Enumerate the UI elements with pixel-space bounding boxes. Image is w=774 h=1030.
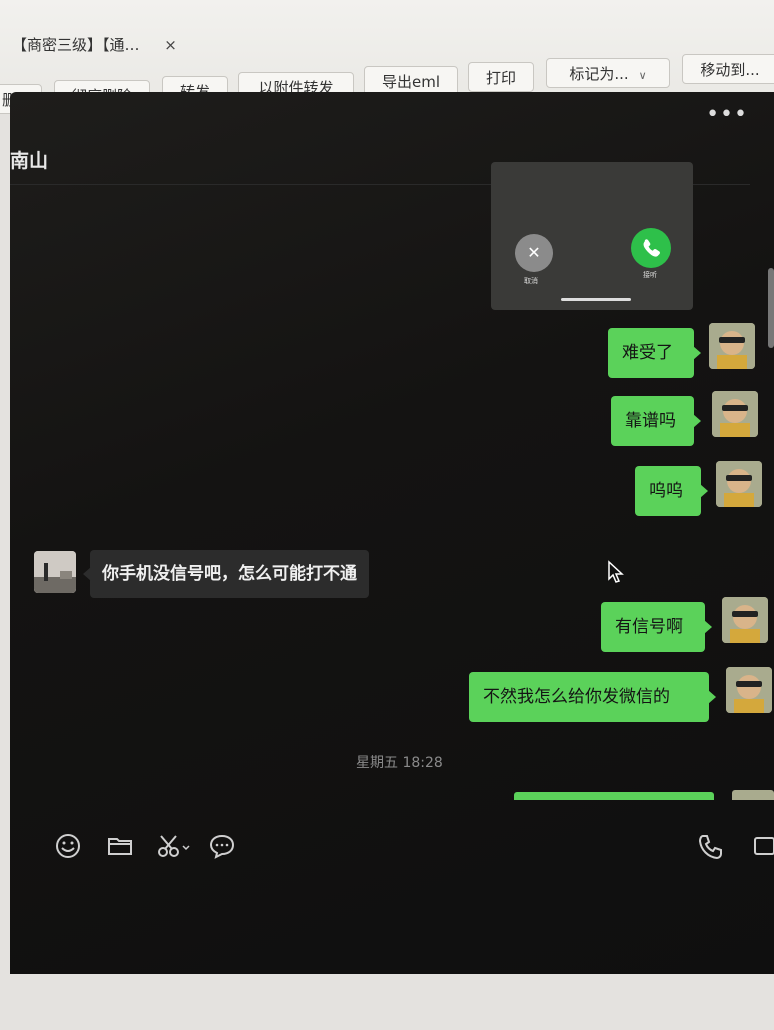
answer-call-label: 接听 — [643, 271, 657, 279]
tab-close-icon[interactable]: × — [164, 36, 177, 54]
cursor-icon — [607, 560, 627, 588]
mail-tab-label: 【商密三级】【通… — [12, 36, 140, 54]
chat-bubble-icon[interactable] — [208, 832, 236, 864]
message-bubble-out[interactable]: 难受了 — [608, 328, 701, 378]
scrollbar[interactable] — [768, 268, 774, 348]
emoji-icon[interactable] — [54, 832, 82, 864]
print-button[interactable]: 打印 — [468, 62, 534, 92]
call-popup: ✕ 取消 接听 — [491, 162, 693, 310]
chat-window: 南山 ••• ✕ 取消 接听 难受了 靠谱吗 呜呜 你手机没信号吧，怎么可能打不… — [10, 92, 774, 974]
input-toolbar — [10, 822, 774, 872]
mark-as-label: 标记为... — [569, 65, 629, 83]
avatar[interactable] — [716, 461, 762, 507]
avatar[interactable] — [34, 551, 76, 593]
phone-icon — [643, 239, 660, 257]
avatar[interactable] — [726, 667, 772, 713]
avatar-image — [726, 667, 772, 713]
message-bubble-out[interactable]: 呜呜 — [635, 466, 708, 516]
avatar[interactable] — [709, 323, 755, 369]
phone-icon[interactable] — [696, 832, 726, 866]
avatar — [732, 790, 774, 800]
home-indicator — [561, 298, 631, 301]
avatar-image — [716, 461, 762, 507]
answer-call-button[interactable] — [631, 228, 671, 268]
mail-tab[interactable]: 【商密三级】【通… × — [12, 34, 177, 55]
message-bubble-in[interactable]: 你手机没信号吧，怎么可能打不通 — [83, 550, 369, 598]
avatar[interactable] — [712, 391, 758, 437]
message-bubble-out — [514, 792, 714, 800]
video-icon[interactable] — [752, 832, 774, 864]
cancel-call-button[interactable]: ✕ — [515, 234, 553, 272]
message-bubble-out[interactable]: 不然我怎么给你发微信的 — [469, 672, 716, 722]
folder-icon[interactable] — [106, 832, 134, 864]
avatar[interactable] — [722, 597, 768, 643]
cancel-call-label: 取消 — [524, 277, 538, 285]
move-to-button[interactable]: 移动到... — [682, 54, 774, 84]
message-timestamp: 星期五 18:28 — [356, 755, 443, 771]
message-bubble-out[interactable]: 靠谱吗 — [611, 396, 701, 446]
avatar-image — [709, 323, 755, 369]
avatar-image — [712, 391, 758, 437]
message-bubble-out[interactable]: 有信号啊 — [601, 602, 712, 652]
avatar-image — [34, 551, 76, 593]
avatar-image — [722, 597, 768, 643]
chevron-down-icon: ∨ — [638, 69, 647, 82]
chat-title: 南山 — [10, 150, 49, 172]
close-icon: ✕ — [527, 243, 541, 262]
mark-as-dropdown[interactable]: 标记为... ∨ — [546, 58, 670, 88]
scissors-icon[interactable] — [156, 832, 196, 864]
more-icon[interactable]: ••• — [706, 102, 748, 127]
